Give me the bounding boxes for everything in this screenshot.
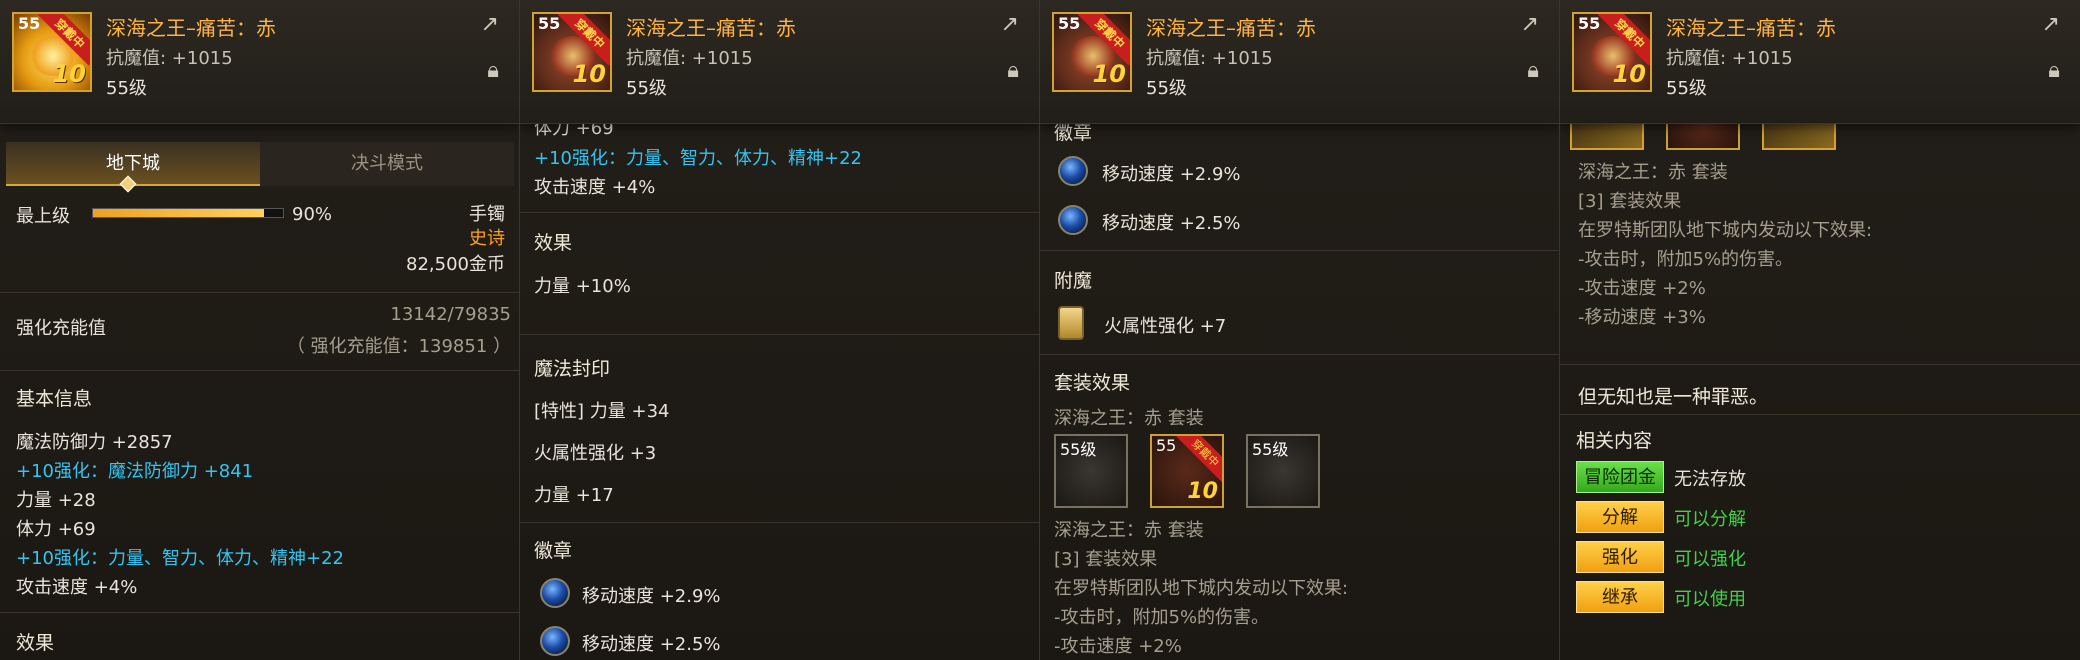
item-header: 55 穿戴中 10 深海之王–痛苦：赤 抗魔值: +1015 55级 ↗ 🔒︎ <box>1040 0 1559 124</box>
reinforce-button[interactable]: 强化 <box>1576 541 1664 573</box>
section-effect: 效果 <box>16 632 55 654</box>
section-effect: 效果 <box>534 232 573 254</box>
set-slot[interactable]: 55级 <box>1246 434 1320 508</box>
disassemble-button[interactable]: 分解 <box>1576 501 1664 533</box>
item-header: 55 穿戴中 10 深海之王–痛苦：赤 抗魔值: +1015 55级 ↗ 🔒︎ <box>520 0 1039 124</box>
item-level: 55级 <box>106 78 147 99</box>
set-bonus: [3] 套装效果 <box>1578 191 1682 212</box>
section-enchant: 附魔 <box>1054 270 1093 292</box>
item-header: 55 穿戴中 10 深海之王–痛苦：赤 抗魔值: +1015 55级 ↗ 🔒︎ <box>1560 0 2080 124</box>
grade-percent: 90% <box>292 204 333 225</box>
set-slot[interactable]: 55级 <box>1054 434 1128 508</box>
set-line: -移动速度 +3% <box>1578 307 1706 328</box>
item-level: 55级 <box>1666 78 1707 99</box>
blue-orb-icon <box>1058 156 1088 186</box>
rarity: 史诗 <box>469 228 505 249</box>
emblem-line: 移动速度 +2.9% <box>582 586 721 607</box>
lock-icon[interactable]: 🔒︎ <box>1007 58 1019 83</box>
enchant-line: 火属性强化 +7 <box>1104 316 1227 337</box>
item-level: 55级 <box>626 78 667 99</box>
lock-icon[interactable]: 🔒︎ <box>1527 58 1539 83</box>
stat-line: 体力 +69 <box>16 519 96 540</box>
stat-line: +10强化：力量、智力、体力、精神+22 <box>534 148 862 169</box>
emblem-line: 移动速度 +2.5% <box>1102 213 1241 234</box>
section-related: 相关内容 <box>1576 430 1653 452</box>
lock-icon[interactable]: 🔒︎ <box>2048 58 2060 83</box>
price: 82,500金币 <box>406 254 505 275</box>
tooltip-panel-4: 55 穿戴中 10 深海之王–痛苦：赤 抗魔值: +1015 55级 ↗ 🔒︎ … <box>1560 0 2080 660</box>
slot-type: 手镯 <box>469 204 505 225</box>
set-name: 深海之王：赤 套装 <box>1054 408 1204 429</box>
item-stat: 抗魔值: +1015 <box>1146 48 1273 69</box>
lock-icon[interactable]: 🔒︎ <box>487 58 499 83</box>
section-emblem: 徽章 <box>534 540 573 562</box>
charge-label: 强化充能值 <box>16 318 106 339</box>
reinforce-status: 可以强化 <box>1674 549 1746 570</box>
mode-tabs: 地下城 决斗模式 <box>6 142 514 186</box>
inherit-status: 可以使用 <box>1674 589 1746 610</box>
stat-line: 魔法防御力 +2857 <box>16 432 173 453</box>
charge-value: 13142/79835 <box>390 304 511 325</box>
stat-line: 力量 +28 <box>16 490 96 511</box>
set-line: -攻击速度 +2% <box>1054 636 1182 657</box>
grade-bar <box>92 208 284 218</box>
item-stat: 抗魔值: +1015 <box>1666 48 1793 69</box>
share-icon[interactable]: ↗ <box>1001 12 1019 37</box>
seal-line: [特性] 力量 +34 <box>534 401 670 422</box>
grade-label: 最上级 <box>16 206 70 227</box>
item-icon: 55 穿戴中 10 <box>12 12 92 92</box>
seal-line: 火属性强化 +3 <box>534 443 657 464</box>
set-desc: 在罗特斯团队地下城内发动以下效果: <box>1578 220 1873 241</box>
section-basic-info: 基本信息 <box>16 388 93 410</box>
set-name: 深海之王：赤 套装 <box>1578 162 1728 183</box>
stat-line: 攻击速度 +4% <box>16 577 138 598</box>
charge-total: （ 强化充能值：139851 ） <box>286 336 511 357</box>
stat-line: 攻击速度 +4% <box>534 177 656 198</box>
stat-line: +10强化：力量、智力、体力、精神+22 <box>16 548 344 569</box>
inherit-button[interactable]: 继承 <box>1576 581 1664 613</box>
adventure-vault-button[interactable]: 冒险团金库 <box>1576 461 1664 520</box>
set-name: 深海之王：赤 套装 <box>1054 520 1204 541</box>
item-title: 深海之王–痛苦：赤 <box>1146 16 1316 40</box>
seal-line: 力量 +17 <box>534 485 614 506</box>
emblem-line: 移动速度 +2.5% <box>582 634 721 655</box>
item-stat: 抗魔值: +1015 <box>626 48 753 69</box>
flavor-text: 但无知也是一种罪恶。 <box>1578 386 1769 408</box>
item-icon: 55 穿戴中 10 <box>1572 12 1652 92</box>
item-title: 深海之王–痛苦：赤 <box>106 16 276 40</box>
emblem-line: 移动速度 +2.9% <box>1102 164 1241 185</box>
tooltip-panel-2: 55 穿戴中 10 深海之王–痛苦：赤 抗魔值: +1015 55级 ↗ 🔒︎ … <box>520 0 1040 660</box>
blue-orb-icon <box>1058 205 1088 235</box>
set-line: -攻击速度 +2% <box>1578 278 1706 299</box>
effect-line: 力量 +10% <box>534 276 631 297</box>
tooltip-panel-1: 55 穿戴中 10 深海之王–痛苦：赤 抗魔值: +1015 55级 ↗ 🔒︎ … <box>0 0 520 660</box>
share-icon[interactable]: ↗ <box>1521 12 1539 37</box>
disassemble-status: 可以分解 <box>1674 509 1746 530</box>
item-icon: 55 穿戴中 10 <box>532 12 612 92</box>
item-title: 深海之王–痛苦：赤 <box>1666 16 1836 40</box>
item-level: 55级 <box>1146 78 1187 99</box>
share-icon[interactable]: ↗ <box>2042 12 2060 37</box>
share-icon[interactable]: ↗ <box>481 12 499 37</box>
tab-dungeon[interactable]: 地下城 <box>6 142 260 186</box>
item-header: 55 穿戴中 10 深海之王–痛苦：赤 抗魔值: +1015 55级 ↗ 🔒︎ <box>0 0 519 124</box>
tooltip-panel-3: 55 穿戴中 10 深海之王–痛苦：赤 抗魔值: +1015 55级 ↗ 🔒︎ … <box>1040 0 1560 660</box>
blue-orb-icon <box>540 626 570 656</box>
vault-status: 无法存放 <box>1674 469 1746 490</box>
set-line: -攻击时，附加5%的伤害。 <box>1578 249 1794 270</box>
gold-card-icon <box>1058 306 1084 340</box>
section-set-effect: 套装效果 <box>1054 372 1131 394</box>
item-stat: 抗魔值: +1015 <box>106 48 233 69</box>
set-desc: 在罗特斯团队地下城内发动以下效果: <box>1054 578 1349 599</box>
item-title: 深海之王–痛苦：赤 <box>626 16 796 40</box>
item-icon: 55 穿戴中 10 <box>1052 12 1132 92</box>
stat-line: +10强化：魔法防御力 +841 <box>16 461 254 482</box>
blue-orb-icon <box>540 578 570 608</box>
tab-duel[interactable]: 决斗模式 <box>260 142 514 186</box>
set-line: -攻击时，附加5%的伤害。 <box>1054 607 1270 628</box>
set-bonus: [3] 套装效果 <box>1054 549 1158 570</box>
section-magic-seal: 魔法封印 <box>534 358 611 380</box>
set-slot[interactable]: 55 穿戴中 10 <box>1150 434 1224 508</box>
